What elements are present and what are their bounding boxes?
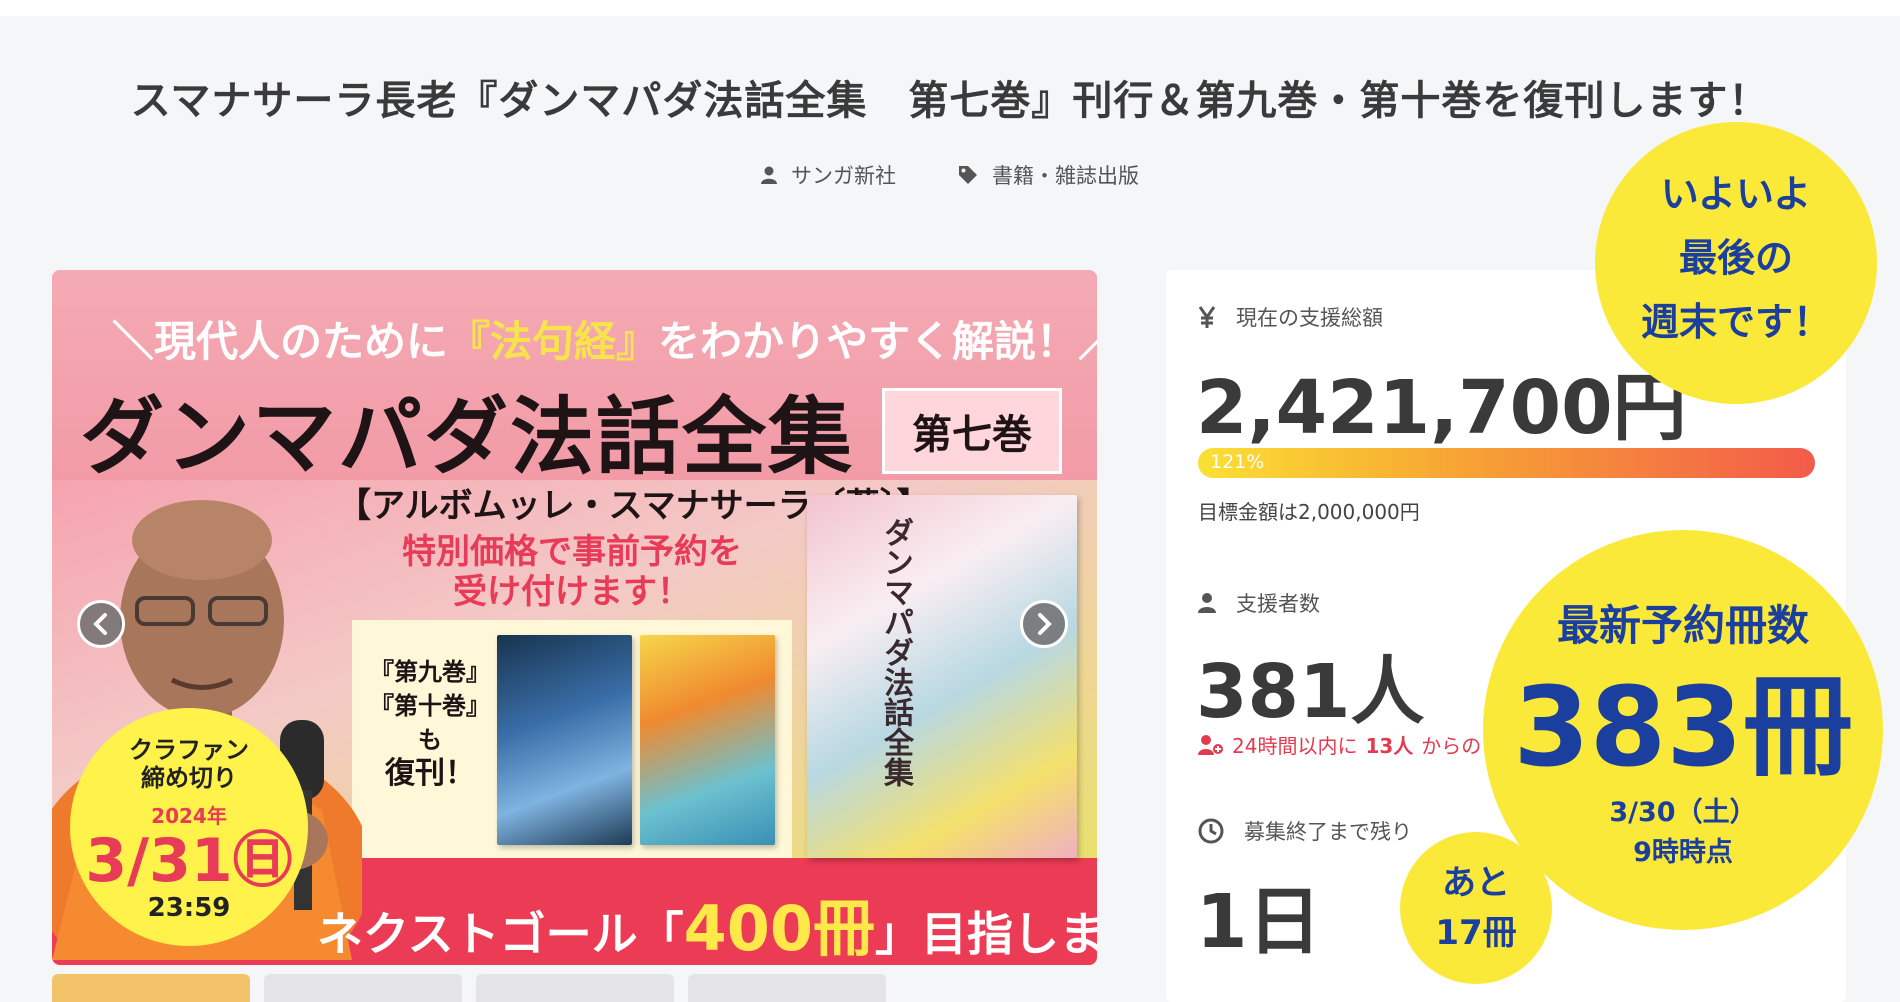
hero-carousel[interactable]: ＼現代人のために『法句経』をわかりやすく解説！／ ダンマパダ法話全集 第七巻 【…	[52, 270, 1097, 965]
user-icon	[761, 166, 777, 184]
remain-line-2: 17冊	[1435, 913, 1517, 953]
supporters-label-text: 支援者数	[1236, 592, 1320, 616]
hero-reprint-text: 『第九巻』 『第十巻』も 復刊！	[370, 655, 490, 791]
total-label: 現在の支援総額	[1198, 302, 1383, 332]
carousel-prev-button[interactable]	[77, 600, 125, 648]
recent-pre: 24時間以内に	[1232, 734, 1358, 758]
author-link[interactable]: サンガ新社	[761, 160, 896, 190]
page-title: スマナサーラ長老『ダンマパダ法話全集 第七巻』刊行＆第九巻・第十巻を復刊します！	[130, 78, 1770, 124]
latest-label: 最新予約冊数	[1556, 601, 1809, 650]
deadline-time: 23:59	[147, 893, 231, 923]
chevron-right-icon	[1038, 613, 1052, 635]
deadline-date: 3/31㊐	[85, 826, 293, 896]
goal-amount: 目標金額は2,000,000円	[1198, 500, 1420, 524]
remaining-label-text: 募集終了まで残り	[1244, 820, 1412, 844]
thumbnail-3[interactable]	[476, 974, 674, 1002]
total-label-text: 現在の支援総額	[1236, 306, 1383, 330]
supporters-value: 381人	[1196, 649, 1425, 735]
weekend-line-2: 最後の	[1678, 236, 1793, 280]
supporters-label: 支援者数	[1198, 588, 1320, 618]
supporters-icon	[1198, 593, 1216, 613]
thumbnail-1[interactable]	[52, 974, 250, 1002]
next-goal-pre: ネクストゴール「	[317, 907, 684, 961]
total-value: 2,421,700円	[1196, 365, 1687, 451]
book-spine-title: ダンマパダ法話全集	[878, 517, 913, 787]
last-weekend-callout: いよいよ 最後の 週末です！	[1595, 122, 1877, 404]
recent-supporters: 24時間以内に 13人 からの	[1198, 730, 1481, 759]
hero-tagline-post: をわかりやすく解説！／	[658, 317, 1097, 366]
remaining-value: 1日	[1196, 879, 1322, 965]
hero-main-title: ダンマパダ法話全集	[80, 387, 855, 486]
hero-tagline-highlight: 『法句経』	[448, 317, 659, 366]
latest-value: 383冊	[1513, 663, 1853, 791]
book-cover-volume-9	[497, 635, 632, 845]
next-goal-number: 400冊	[683, 892, 876, 965]
remaining-books-callout: あと 17冊	[1400, 832, 1552, 984]
carousel-thumbnails	[52, 974, 1097, 1002]
hero-reprint-line1: 『第九巻』	[370, 657, 490, 686]
chevron-left-icon	[93, 613, 107, 635]
deadline-label-1: クラファン	[129, 736, 249, 764]
next-goal-post: 」目指します！	[875, 907, 1097, 961]
hero-tagline-pre: ＼現代人のために	[112, 317, 449, 366]
category-link[interactable]: 書籍・雑誌出版	[958, 160, 1139, 190]
hero-reprint-line2: 『第十巻』も	[370, 691, 490, 754]
hero-reprint-line3: 復刊！	[385, 756, 475, 791]
category-name: 書籍・雑誌出版	[992, 164, 1139, 188]
hero-volume-badge: 第七巻	[882, 388, 1062, 474]
book-cover-volume-7: ダンマパダ法話全集	[807, 495, 1077, 858]
recent-post: からの	[1421, 734, 1482, 758]
next-goal-banner: ネクストゴール「400冊」目指します！	[317, 878, 1097, 965]
weekend-line-3: 週末です！	[1640, 300, 1831, 344]
recent-supporters-icon	[1198, 734, 1223, 755]
carousel-next-button[interactable]	[1020, 600, 1068, 648]
deadline-label-2: 締め切り	[141, 764, 237, 792]
clock-icon	[1198, 818, 1224, 844]
recent-count: 13人	[1365, 734, 1414, 758]
remaining-label: 募集終了まで残り	[1198, 816, 1412, 846]
hero-preorder-text: 特別価格で事前予約を 受け付けます！	[402, 532, 742, 612]
deadline-badge: クラファン 締め切り 2024年 3/31㊐ 23:59	[70, 708, 308, 946]
thumbnail-2[interactable]	[264, 974, 462, 1002]
weekend-line-1: いよいよ	[1660, 172, 1812, 216]
progress-percent: 121%	[1210, 451, 1265, 473]
book-cover-volume-10	[640, 635, 775, 845]
hero-tagline: ＼現代人のために『法句経』をわかりやすく解説！／	[112, 308, 1097, 369]
hero-preorder-line1: 特別価格で事前予約を	[402, 532, 742, 572]
hero-preorder-line2: 受け付けます！	[453, 572, 691, 612]
funding-progress-bar: 121%	[1198, 448, 1815, 478]
author-name: サンガ新社	[791, 164, 896, 188]
deadline-year: 2024年	[151, 804, 227, 828]
remain-line-1: あと	[1442, 863, 1510, 903]
tag-icon	[959, 166, 977, 184]
yen-icon	[1198, 306, 1216, 328]
thumbnail-4[interactable]	[688, 974, 886, 1002]
latest-date: 3/30（土）	[1609, 797, 1757, 828]
